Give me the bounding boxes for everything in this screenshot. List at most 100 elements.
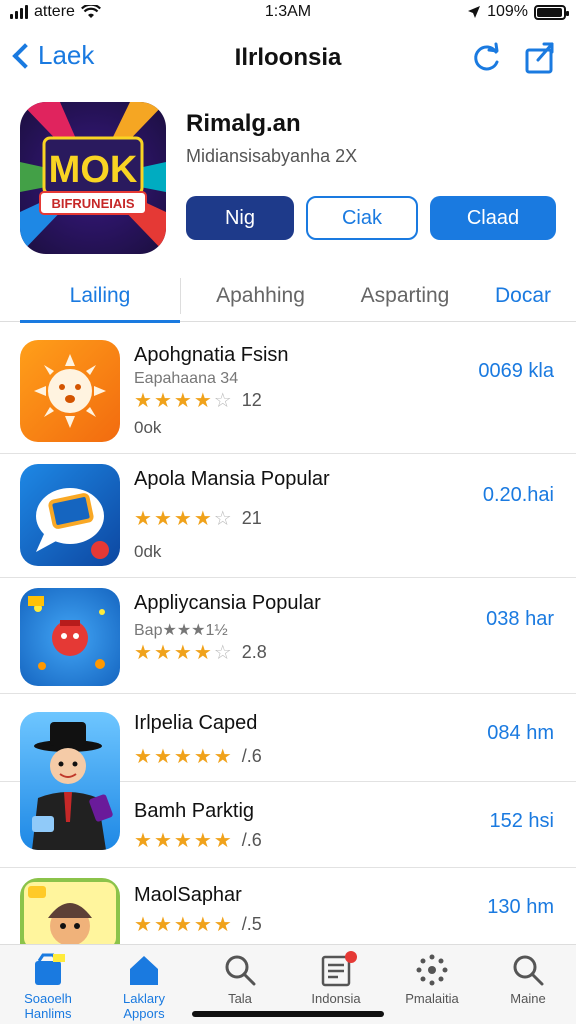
primary-button[interactable]: Nig xyxy=(186,196,294,240)
list-item[interactable]: MaolSaphar ★ ★ ★ ★ ★ /.5 130 hm xyxy=(0,868,576,948)
app-icon[interactable]: MOK BIFRUNEIAIS xyxy=(20,102,166,254)
nav-bar: Laek Ilrloonsia xyxy=(0,30,576,86)
tab-bar-label: Soaoelh xyxy=(24,991,72,1006)
outline-button[interactable]: Ciak xyxy=(306,196,418,240)
notification-badge xyxy=(345,951,357,963)
app-meta: Bap★★★1½ xyxy=(134,622,228,639)
person-avatar-icon xyxy=(32,722,113,850)
tab-docar[interactable]: Docar xyxy=(470,270,576,322)
star-icon: ★ xyxy=(134,507,152,530)
tab-bar-label: Indonsia xyxy=(311,991,361,1006)
app-title: Appliycansia Popular xyxy=(134,592,321,614)
list-item[interactable]: Appliycansia Popular Bap★★★1½ ★ ★ ★ ★ ☆ 2.8 … xyxy=(0,578,576,694)
tab-bar-item-store[interactable]: Soaoelh Hanlims xyxy=(0,945,96,1024)
home-indicator[interactable] xyxy=(192,1011,384,1017)
chat-icon xyxy=(36,488,109,559)
app-size[interactable]: 0069 kla xyxy=(478,360,554,383)
app-icon-text-banner: BIFRUNEIAIS xyxy=(51,196,134,211)
tab-lailing[interactable]: Lailing xyxy=(20,270,180,323)
star-empty-icon: ☆ xyxy=(213,389,232,412)
app-header: MOK BIFRUNEIAIS Rimalg.an Midiansisabyan… xyxy=(20,102,556,258)
star-empty-icon: ☆ xyxy=(213,641,232,664)
star-icon: ★ xyxy=(213,829,232,852)
app-thumbnail xyxy=(20,878,120,948)
tab-asparting[interactable]: Asparting xyxy=(340,270,470,322)
rating-count: 12 xyxy=(241,390,262,410)
tab-bar-item-library[interactable]: Laklary Appors xyxy=(96,945,192,1024)
tab-bar-sublabel: Hanlims xyxy=(24,1006,72,1021)
clock: 1:3AM xyxy=(264,3,312,20)
rating-count: /.6 xyxy=(241,830,262,850)
sun-icon xyxy=(34,354,106,428)
app-size[interactable]: 130 hm xyxy=(487,896,554,919)
rating-count: /.6 xyxy=(241,746,262,766)
action-buttons: Nig Ciak Claad xyxy=(186,196,556,240)
search-icon xyxy=(223,953,257,987)
rating-count: /.5 xyxy=(241,914,262,934)
star-icon: ★ xyxy=(153,641,172,664)
star-icon: ★ xyxy=(193,829,212,852)
cartoon-face-icon xyxy=(24,882,116,948)
app-title: Apola Mansia Popular xyxy=(134,468,330,490)
dots-icon xyxy=(415,953,449,987)
app-subtitle: Midiansisabyanha 2X xyxy=(186,146,358,166)
app-size[interactable]: 084 hm xyxy=(487,722,554,745)
tab-bar-label: Pmalaitia xyxy=(405,991,459,1006)
star-icon: ★ xyxy=(173,389,192,412)
app-icon-art: MOK BIFRUNEIAIS xyxy=(20,102,166,254)
tab-bar-label: Tala xyxy=(228,991,252,1006)
star-icon: ★ xyxy=(134,745,152,768)
app-icon-text-main: MOK xyxy=(49,149,138,191)
search-icon xyxy=(511,953,545,987)
app-size[interactable]: 038 har xyxy=(486,608,554,631)
tab-bar-sublabel: Appors xyxy=(123,1006,165,1021)
list-item[interactable]: Apohgnatia Fsisn Eapahaana 34 ★ ★ ★ ★ ☆ 12 0… xyxy=(0,330,576,454)
tab-apahhing[interactable]: Apahhing xyxy=(180,278,340,314)
app-name: Rimalg.an xyxy=(186,110,301,137)
star-icon: ★ xyxy=(134,829,152,852)
star-icon: ★ xyxy=(153,913,172,936)
rating: ★ ★ ★ ★ ★ /.6 xyxy=(134,830,262,851)
star-icon: ★ xyxy=(153,829,172,852)
star-icon: ★ xyxy=(153,745,172,768)
app-size[interactable]: 152 hsi xyxy=(490,810,555,833)
rating: ★ ★ ★ ★ ☆ 12 xyxy=(134,390,262,411)
app-sub: 0dk xyxy=(134,542,162,561)
rating: ★ ★ ★ ★ ☆ 2.8 xyxy=(134,642,267,663)
app-thumbnail xyxy=(20,712,120,850)
star-icon: ★ xyxy=(193,507,212,530)
game-character-icon xyxy=(28,596,105,670)
get-button[interactable]: Claad xyxy=(430,196,556,240)
app-list: Apohgnatia Fsisn Eapahaana 34 ★ ★ ★ ★ ☆ 12 0… xyxy=(0,330,576,948)
rating-count: 2.8 xyxy=(241,642,267,662)
tab-bar-item-maine[interactable]: Maine xyxy=(480,945,576,1024)
app-sub: 0ok xyxy=(134,418,162,437)
star-icon: ★ xyxy=(173,745,192,768)
store-icon xyxy=(31,953,65,987)
star-icon: ★ xyxy=(153,507,172,530)
star-empty-icon: ☆ xyxy=(213,507,232,530)
share-icon[interactable] xyxy=(522,40,558,76)
star-icon: ★ xyxy=(193,745,212,768)
star-icon: ★ xyxy=(134,389,152,412)
rating: ★ ★ ★ ★ ☆ 21 xyxy=(134,508,262,529)
star-icon: ★ xyxy=(173,507,192,530)
app-size[interactable]: 0.20.hai xyxy=(483,484,554,507)
app-title: Apohgnatia Fsisn xyxy=(134,344,289,366)
app-meta: Eapahaana 34 xyxy=(134,370,239,387)
tab-bar-label: Maine xyxy=(510,991,546,1006)
refresh-icon[interactable] xyxy=(468,40,504,76)
star-icon: ★ xyxy=(193,641,212,664)
list-item[interactable]: Apola Mansia Popular ★ ★ ★ ★ ☆ 21 0dk 0.20.h… xyxy=(0,454,576,578)
rating: ★ ★ ★ ★ ★ /.5 xyxy=(134,914,262,935)
battery-icon xyxy=(534,4,569,20)
star-icon: ★ xyxy=(134,913,152,936)
star-icon: ★ xyxy=(173,641,192,664)
rating-count: 21 xyxy=(241,508,262,528)
rating: ★ ★ ★ ★ ★ /.6 xyxy=(134,746,262,767)
app-title: Irlpelia Caped xyxy=(134,712,258,734)
star-icon: ★ xyxy=(193,389,212,412)
tab-bar-label: Laklary xyxy=(123,991,165,1006)
app-thumbnail xyxy=(20,588,120,686)
tab-bar-item-pmalaitia[interactable]: Pmalaitia xyxy=(384,945,480,1024)
